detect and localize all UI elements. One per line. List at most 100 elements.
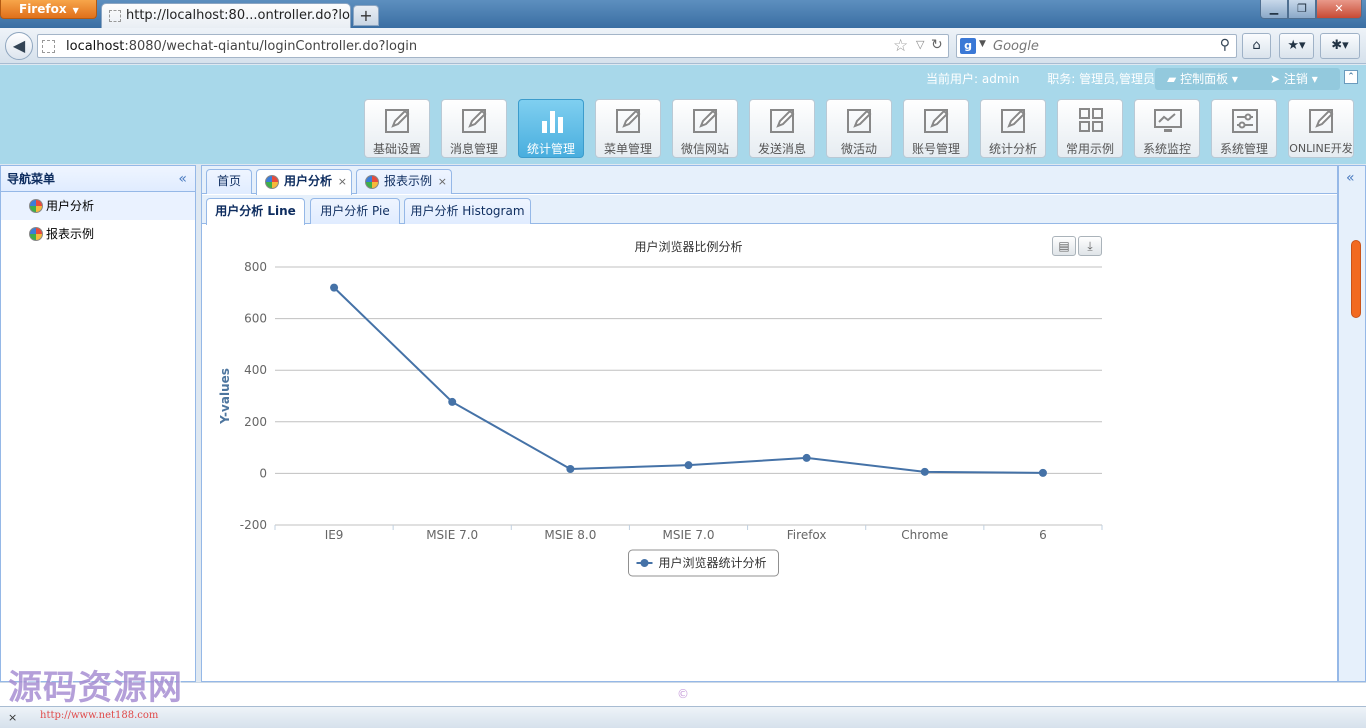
watermark-logo: 源码资源网: [8, 668, 183, 708]
expand-header-button[interactable]: ⌃: [1344, 70, 1358, 84]
series-line: [333, 286, 1043, 474]
pie-chart-icon: [365, 175, 379, 189]
legend-marker: [640, 559, 649, 567]
arrow-left-icon: ◀: [12, 36, 26, 55]
menu-button-6[interactable]: 发送消息: [749, 99, 815, 158]
bookmark-star-icon[interactable]: ☆: [893, 36, 908, 56]
url-bar[interactable]: localhost:8080/wechat-qiantu/loginContro…: [37, 34, 949, 58]
menu-button-2[interactable]: 消息管理: [441, 99, 507, 158]
chart-area: 用户浏览器比例分析 800 600 400 200 0 -200 IE9 MSIE 7.0 MSI…: [202, 225, 1337, 681]
data-point: [1038, 468, 1047, 477]
search-icon[interactable]: ⚲: [1220, 37, 1230, 53]
chevron-up-icon: ⌃: [1347, 72, 1355, 82]
download-icon: ⤓: [1087, 239, 1093, 253]
data-point: [330, 283, 339, 292]
close-tab-icon[interactable]: ×: [438, 170, 447, 193]
chevron-down-icon: ▾: [1231, 72, 1238, 86]
menu-button-label: 系统管理: [1219, 142, 1268, 156]
minimize-button[interactable]: ▁: [1260, 0, 1288, 19]
menu-button-label: 系统监控: [1142, 142, 1191, 156]
url-host: localhost: [66, 39, 125, 54]
print-chart-button[interactable]: ▤: [1052, 236, 1076, 256]
home-button[interactable]: ⌂: [1242, 33, 1271, 59]
menu-button-label: 微信网站: [680, 142, 729, 156]
menu-button-label: 菜单管理: [603, 142, 652, 156]
tab-user-analysis[interactable]: 用户分析 ×: [256, 169, 352, 195]
menu-button-1[interactable]: 基础设置: [364, 99, 430, 158]
user-info: 当前用户: admin 职务: 管理员,管理员: [926, 70, 1155, 87]
current-user: 当前用户: admin: [926, 72, 1020, 86]
browser-statusbar: ×: [0, 706, 1366, 728]
tab-report-example[interactable]: 报表示例 ×: [356, 169, 452, 194]
logout-link[interactable]: ➤ 注销 ▾: [1270, 68, 1318, 90]
y-tick-label: 800: [244, 260, 267, 274]
bookmarks-button[interactable]: ★▾: [1279, 33, 1314, 59]
menu-button-label: 账号管理: [911, 142, 960, 156]
subtab-histogram[interactable]: 用户分析 Histogram: [404, 198, 531, 224]
browser-tab[interactable]: http://localhost:80...ontroller.do?login: [101, 3, 351, 28]
maximize-button[interactable]: ❐: [1288, 0, 1316, 19]
tab-home[interactable]: 首页: [206, 169, 252, 194]
nav-item-label: 用户分析: [46, 199, 95, 213]
menu-button-label: 基础设置: [372, 142, 421, 156]
menu-button-13[interactable]: ONLINE开发: [1288, 99, 1354, 158]
control-panel-link[interactable]: ▰ 控制面板 ▾: [1167, 68, 1238, 90]
user-job: 职务: 管理员,管理员: [1047, 72, 1155, 86]
app-header: 当前用户: admin 职务: 管理员,管理员 ▰ 控制面板 ▾ ➤ 注销 ▾ …: [0, 65, 1366, 164]
firefox-menu-button[interactable]: Firefox ▼: [0, 0, 97, 19]
menu-button-3[interactable]: 统计管理: [518, 99, 584, 158]
collapse-left-icon[interactable]: «: [178, 166, 187, 192]
data-point: [684, 461, 693, 470]
export-chart-button[interactable]: ⤓: [1078, 236, 1102, 256]
home-icon: ⌂: [1252, 38, 1261, 53]
chart-tabs: 用户分析 Line 用户分析 Pie 用户分析 Histogram: [202, 195, 1337, 225]
scrollbar-thumb[interactable]: [1351, 240, 1361, 318]
menu-button-9[interactable]: 统计分析: [980, 99, 1046, 158]
google-engine-icon[interactable]: g: [960, 38, 976, 54]
menu-button-4[interactable]: 菜单管理: [595, 99, 661, 158]
menu-button-12[interactable]: 系统管理: [1211, 99, 1277, 158]
x-tick-label: MSIE 7.0: [426, 528, 478, 542]
chevron-down-icon: ▼: [72, 6, 79, 15]
back-button[interactable]: ◀: [5, 32, 33, 60]
print-icon: ▤: [1058, 239, 1070, 253]
left-nav-header: 导航菜单 «: [1, 166, 195, 192]
search-placeholder: Google: [993, 39, 1039, 54]
url-text: localhost:8080/wechat-qiantu/loginContro…: [66, 39, 417, 54]
url-dropdown-icon[interactable]: ▽: [916, 38, 924, 51]
x-tick-label: MSIE 7.0: [663, 528, 715, 542]
menu-button-label: 微活动: [840, 142, 877, 156]
main-panel: 首页 用户分析 × 报表示例 × 用户分析 Line 用户分析 Pie 用户分析…: [201, 165, 1338, 682]
send-icon: ➤: [1270, 72, 1281, 86]
subtab-pie[interactable]: 用户分析 Pie: [310, 198, 400, 224]
search-bar[interactable]: g ▼ Google ⚲: [956, 34, 1237, 58]
menu-button-11[interactable]: 系统监控: [1134, 99, 1200, 158]
x-tick-label: Firefox: [787, 528, 827, 542]
engine-dropdown-icon[interactable]: ▼: [979, 39, 986, 49]
reload-icon[interactable]: ↻: [931, 37, 943, 53]
nav-item-report-example[interactable]: 报表示例: [1, 220, 195, 248]
y-tick-label: -200: [240, 518, 267, 532]
menu-button-10[interactable]: 常用示例: [1057, 99, 1123, 158]
tab-home-label: 首页: [216, 174, 241, 188]
legend-label: 用户浏览器统计分析: [659, 555, 767, 570]
control-panel-label: 控制面板: [1180, 72, 1229, 86]
expand-right-icon[interactable]: «: [1346, 170, 1355, 186]
bookmarks-icon: ★▾: [1287, 38, 1306, 53]
new-tab-button[interactable]: +: [353, 5, 379, 26]
menu-button-8[interactable]: 账号管理: [903, 99, 969, 158]
subtab-line[interactable]: 用户分析 Line: [206, 198, 305, 225]
page-footer: ©: [0, 682, 1366, 706]
close-window-button[interactable]: ✕: [1316, 0, 1362, 19]
menu-button-7[interactable]: 微活动: [826, 99, 892, 158]
close-tab-icon[interactable]: ×: [338, 170, 347, 193]
addon-button[interactable]: ✱▾: [1320, 33, 1360, 59]
menu-button-label: 发送消息: [757, 142, 806, 156]
logout-label: 注销: [1283, 72, 1308, 86]
nav-item-user-analysis[interactable]: 用户分析: [1, 192, 195, 220]
close-addon-bar-icon[interactable]: ×: [8, 711, 17, 724]
data-point: [920, 467, 929, 476]
content-tabs: 首页 用户分析 × 报表示例 ×: [202, 166, 1337, 195]
tab-report-example-label: 报表示例: [384, 174, 433, 188]
menu-button-5[interactable]: 微信网站: [672, 99, 738, 158]
